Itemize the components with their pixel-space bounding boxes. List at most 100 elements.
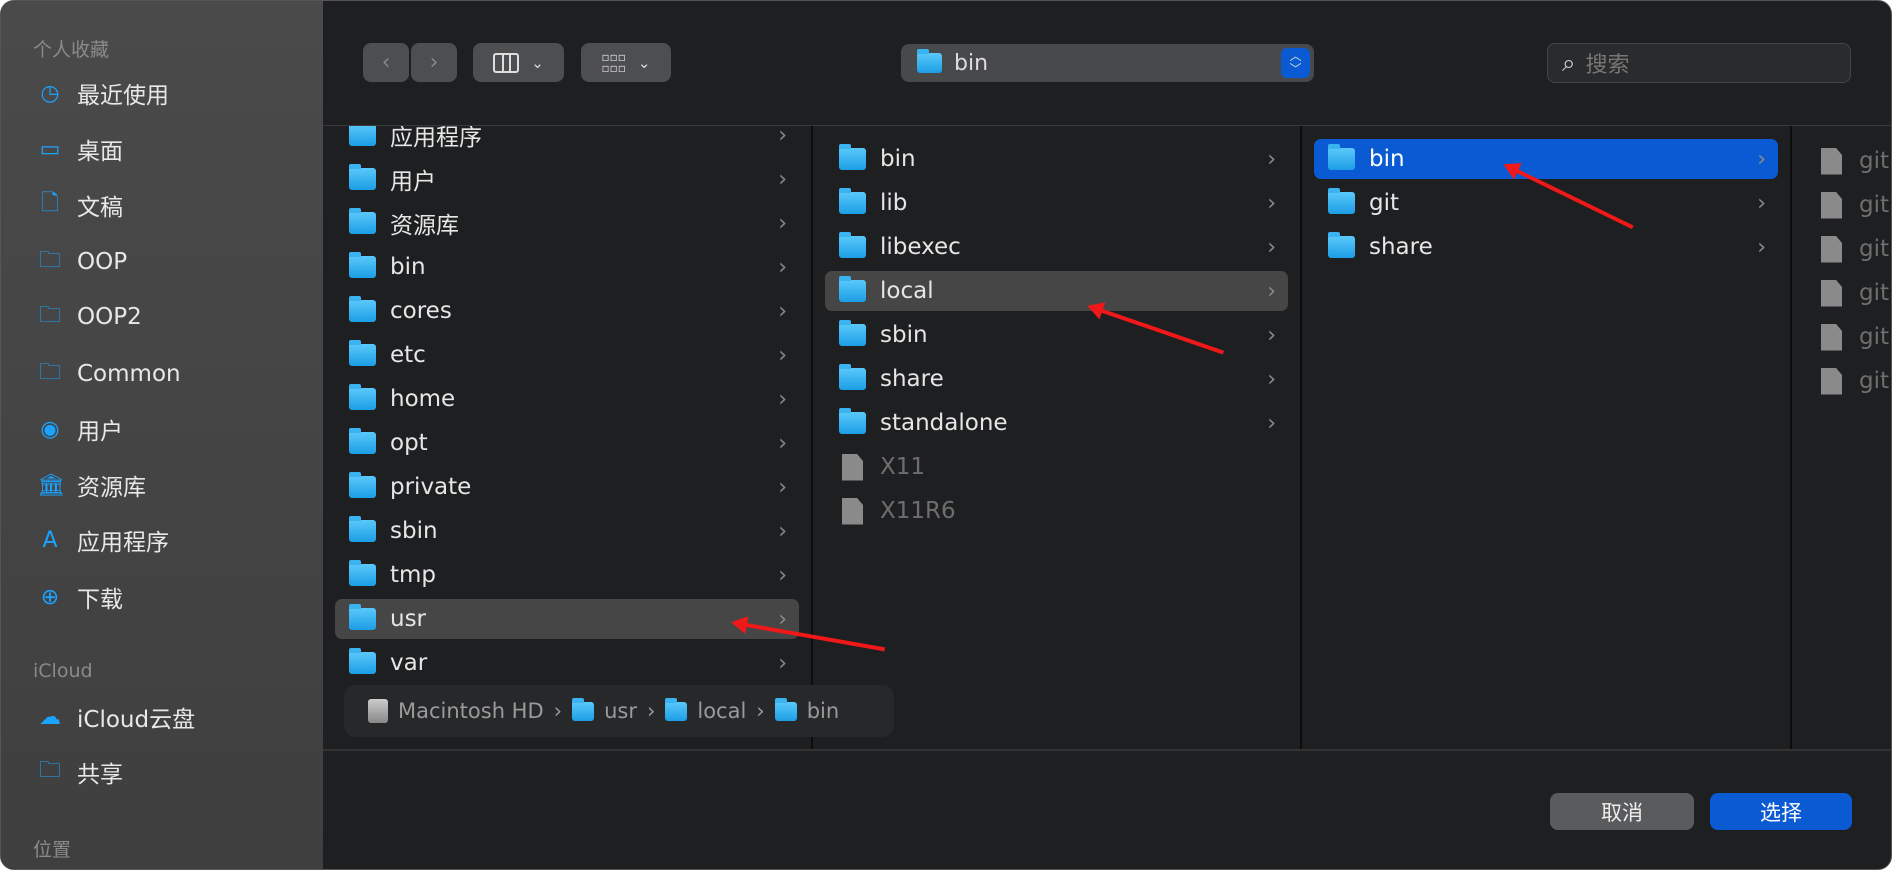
sidebar-item[interactable]: ▭ 桌面 [37,129,123,169]
item-label: git [1859,368,1890,394]
folder-icon [349,516,376,542]
list-item[interactable]: X11 [825,447,1288,487]
list-item[interactable]: git [1804,361,1891,401]
list-item[interactable]: 资源库 › [335,203,799,243]
list-item[interactable]: share › [825,359,1288,399]
chevron-right-icon: › [778,210,787,236]
column-usr[interactable]: bin › lib › libexec › local › sbin › share › standal… [813,126,1302,749]
sidebar-item[interactable]: ◉ 用户 [37,409,123,449]
list-item[interactable]: home › [335,379,799,419]
folder-icon [349,208,376,234]
sidebar-item[interactable]: 🗀 OOP2 [37,297,142,337]
item-label: git [1859,324,1890,350]
item-label: share [880,366,944,392]
list-item[interactable]: cores › [335,291,799,331]
list-item[interactable]: git [1804,185,1891,225]
columns-view-icon [493,52,520,73]
cloud-icon: ☁ [39,704,61,730]
list-item[interactable]: tmp › [335,555,799,595]
folder-icon [349,560,376,586]
chevron-right-icon: › [1267,234,1276,260]
chevron-left-icon: ‹ [381,50,391,75]
sidebar-item[interactable]: 🗀 OOP [37,242,127,282]
list-item[interactable]: lib › [825,183,1288,223]
list-item[interactable]: var › [335,643,799,683]
cancel-button[interactable]: 取消 [1550,793,1694,830]
chevron-down-icon: ⌄ [531,53,544,72]
chevron-right-icon: › [778,606,787,632]
folder-icon [349,340,376,366]
list-item[interactable]: git [1804,317,1891,357]
list-item[interactable]: git [1804,141,1891,181]
list-item[interactable]: standalone › [825,403,1288,443]
path-popup[interactable]: bin ︿ ﹀ [901,44,1314,82]
file-chooser-dialog: 个人收藏 ◷ 最近使用 ▭ 桌面 🗋 文稿 🗀 OOP 🗀 OOP2 🗀 Common ◉ 用户 🏛 资源库 A… [0,0,1892,870]
search-icon: ⌕ [1562,49,1576,77]
view-mode-button[interactable]: ⌄ [473,43,564,82]
list-item[interactable]: local › [825,271,1288,311]
search-input[interactable]: ⌕ 搜索 [1547,43,1851,83]
forward-button[interactable]: › [411,43,457,82]
item-label: lib [880,190,908,216]
list-item[interactable]: opt › [335,423,799,463]
list-item[interactable]: git [1804,229,1891,269]
item-label: 用户 [390,169,436,195]
chevron-right-icon: › [1757,190,1766,216]
sidebar-item-label: 桌面 [77,139,123,165]
item-label: var [390,650,428,676]
list-item[interactable]: libexec › [825,227,1288,267]
chevron-right-icon: › [1267,146,1276,172]
chevron-right-icon: › [778,126,787,148]
breadcrumb-item[interactable]: bin [807,699,839,723]
sidebar-item[interactable]: 🗀 共享 [37,752,123,792]
chevron-right-icon: › [1267,278,1276,304]
sidebar-item-label: 应用程序 [77,530,169,556]
list-item[interactable]: private › [335,467,799,507]
column-root[interactable]: 应用程序 › 用户 › 资源库 › bin › cores › etc › home › opt › priva… [323,126,813,749]
folder-icon: 🗀 [38,360,61,385]
column-local[interactable]: bin › git › share › [1302,126,1792,749]
column-bin[interactable]: git git git git git git [1792,126,1891,749]
sidebar-item[interactable]: 🗀 Common [37,354,181,394]
list-item[interactable]: sbin › [335,511,799,551]
list-item[interactable]: bin › [1314,139,1778,179]
folder-icon [349,126,376,146]
sidebar-item[interactable]: ☁ iCloud云盘 [37,697,195,737]
sidebar-item[interactable]: 🏛 资源库 [37,465,146,505]
sidebar-item[interactable]: 🗋 文稿 [37,185,123,225]
breadcrumb-item[interactable]: local [697,699,746,723]
list-item[interactable]: 用户 › [335,159,799,199]
sidebar-item[interactable]: A 应用程序 [37,520,169,560]
folder-icon [665,697,688,721]
alias-file-icon [1821,235,1842,263]
list-item[interactable]: 应用程序 › [335,126,799,155]
list-item[interactable]: bin › [825,139,1288,179]
choose-button[interactable]: 选择 [1710,793,1852,830]
folder-icon [774,697,797,721]
sidebar-item-label: 资源库 [77,475,146,501]
list-item[interactable]: X11R6 [825,491,1288,531]
back-button[interactable]: ‹ [363,43,409,82]
list-item[interactable]: git › [1314,183,1778,223]
group-button[interactable]: ▫▫▫ ▫▫▫ ⌄ [581,43,671,82]
item-label: standalone [880,410,1008,436]
folder-icon: 🗀 [38,303,61,328]
item-label: sbin [390,518,438,544]
list-item[interactable]: bin › [335,247,799,287]
sidebar-item-label: 最近使用 [77,83,169,109]
list-item[interactable]: git [1804,273,1891,313]
sidebar-item[interactable]: ◷ 最近使用 [37,73,169,113]
sidebar-item[interactable]: ⊕ 下载 [37,577,123,617]
chevron-right-icon: › [778,342,787,368]
breadcrumb-item[interactable]: usr [604,699,637,723]
sidebar-item-label: 文稿 [77,195,123,221]
breadcrumb-item[interactable]: Macintosh HD [398,699,544,723]
icloud-header: iCloud [33,660,93,682]
list-item[interactable]: usr › [335,599,799,639]
folder-icon [349,428,376,454]
list-item[interactable]: share › [1314,227,1778,267]
list-item[interactable]: etc › [335,335,799,375]
item-label: git [1859,236,1890,262]
item-label: git [1859,192,1890,218]
item-label: local [880,278,934,304]
